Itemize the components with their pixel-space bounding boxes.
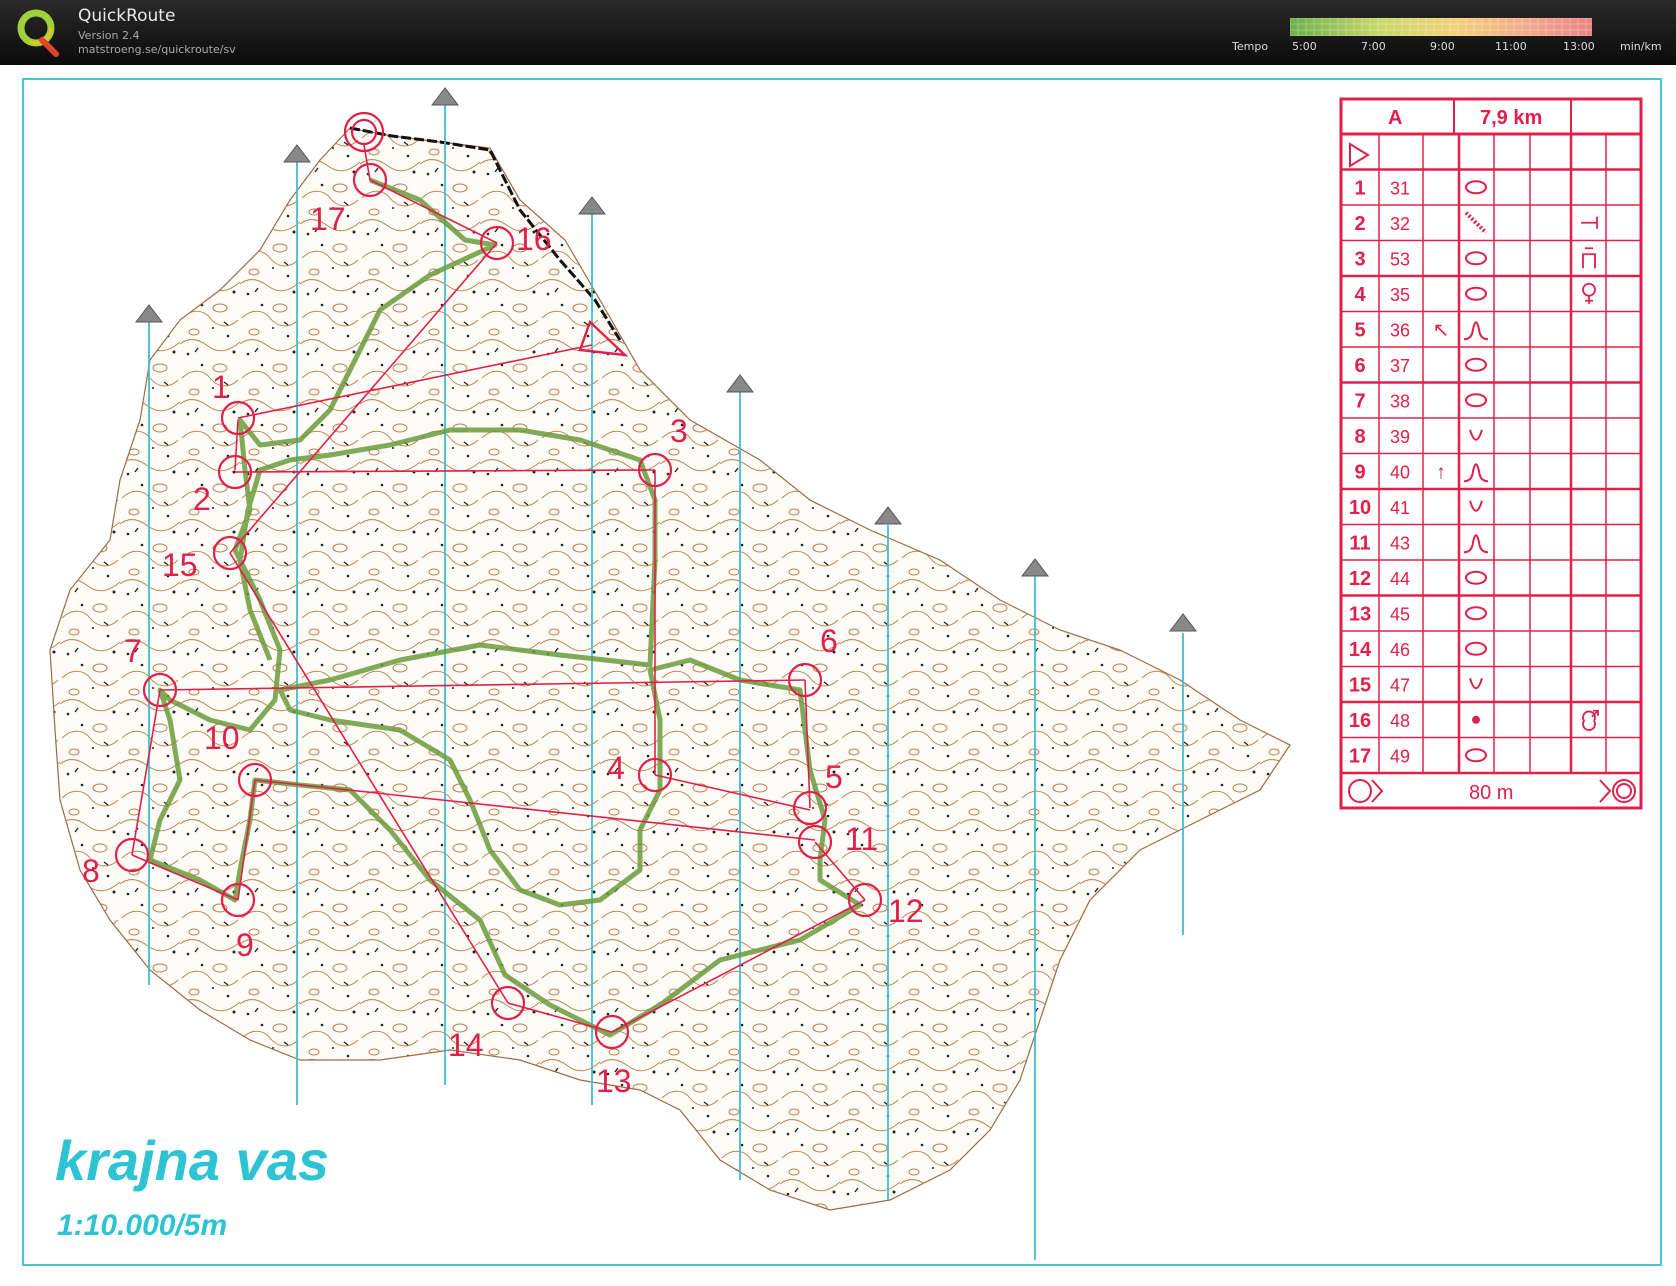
control-description-sheet: A 7,9 km 1 312 323 534 355 36 ↖6 377 388 399 40 ↑10… bbox=[1339, 97, 1643, 810]
sheet-row-number: 16 bbox=[1349, 710, 1371, 732]
tempo-tick-5: 13:00 bbox=[1563, 40, 1595, 53]
tempo-color-scale bbox=[1290, 18, 1592, 36]
map-scale: 1:10.000/5m bbox=[57, 1209, 227, 1242]
control-label-10: 10 bbox=[204, 720, 240, 756]
control-label-4: 4 bbox=[607, 750, 625, 786]
tempo-tick-1: 5:00 bbox=[1292, 40, 1317, 53]
control-label-1: 1 bbox=[212, 369, 230, 405]
control-label-2: 2 bbox=[193, 481, 211, 517]
app-header: QuickRoute Version 2.4 matstroeng.se/qui… bbox=[0, 0, 1676, 65]
control-label-17: 17 bbox=[310, 201, 346, 237]
control-label-11: 11 bbox=[845, 821, 878, 857]
sheet-row-code: 40 bbox=[1390, 462, 1410, 482]
app-version: Version 2.4 bbox=[78, 29, 140, 42]
control-label-16: 16 bbox=[516, 221, 552, 257]
tempo-tick-2: 7:00 bbox=[1361, 40, 1386, 53]
control-label-5: 5 bbox=[825, 759, 843, 795]
map-name: krajna vas bbox=[55, 1129, 329, 1192]
control-label-15: 15 bbox=[162, 547, 198, 583]
sheet-row-number: 3 bbox=[1354, 248, 1365, 270]
sheet-row-code: 39 bbox=[1390, 427, 1410, 447]
sheet-row-direction: ↑ bbox=[1436, 461, 1446, 483]
control-label-3: 3 bbox=[670, 413, 688, 449]
sheet-row-number: 17 bbox=[1349, 745, 1371, 767]
sheet-class: A bbox=[1388, 107, 1402, 129]
sheet-row-number: 1 bbox=[1354, 177, 1365, 199]
sheet-row-code: 37 bbox=[1390, 356, 1410, 376]
tempo-unit: min/km bbox=[1620, 40, 1662, 53]
sheet-length: 7,9 km bbox=[1480, 107, 1542, 129]
sheet-row-direction: ↖ bbox=[1433, 319, 1450, 341]
control-label-14: 14 bbox=[448, 1027, 484, 1063]
sheet-row-code: 31 bbox=[1390, 178, 1410, 198]
sheet-row-number: 13 bbox=[1349, 603, 1371, 625]
sheet-row-number: 11 bbox=[1349, 532, 1370, 554]
sheet-row-number: 7 bbox=[1354, 390, 1365, 412]
control-label-6: 6 bbox=[820, 623, 838, 659]
sheet-row-code: 35 bbox=[1390, 285, 1410, 305]
sheet-row-number: 15 bbox=[1349, 674, 1371, 696]
sheet-row-code: 38 bbox=[1390, 391, 1410, 411]
quickroute-logo-icon bbox=[17, 9, 59, 57]
control-label-8: 8 bbox=[82, 853, 100, 889]
control-label-12: 12 bbox=[888, 893, 924, 929]
sheet-row-number: 5 bbox=[1354, 319, 1365, 341]
app-title: QuickRoute bbox=[78, 6, 176, 26]
sheet-row-number: 4 bbox=[1354, 284, 1366, 306]
sheet-row-code: 45 bbox=[1390, 604, 1410, 624]
sheet-row-code: 41 bbox=[1390, 498, 1410, 518]
sheet-row-number: 2 bbox=[1354, 213, 1365, 235]
sheet-row-code: 43 bbox=[1390, 533, 1410, 553]
sheet-row-number: 8 bbox=[1354, 426, 1365, 448]
sheet-row-number: 6 bbox=[1354, 355, 1365, 377]
sheet-row-code: 49 bbox=[1390, 746, 1410, 766]
sheet-row-number: 14 bbox=[1349, 639, 1372, 661]
control-label-9: 9 bbox=[236, 927, 254, 963]
sheet-symbol-dot-icon bbox=[1472, 715, 1480, 724]
sheet-row-code: 46 bbox=[1390, 640, 1410, 660]
tempo-tick-3: 9:00 bbox=[1430, 40, 1455, 53]
control-label-13: 13 bbox=[596, 1063, 632, 1099]
map-terrain-area bbox=[49, 127, 1291, 1211]
sheet-row-code: 47 bbox=[1390, 675, 1410, 695]
sheet-row-code: 53 bbox=[1390, 249, 1410, 269]
map-view[interactable]: 1 2 3 4 5 6 7 8 9 10 11 12 13 14 15 16 1… bbox=[0, 65, 1676, 1286]
sheet-row-code: 48 bbox=[1390, 711, 1410, 731]
tempo-tick-4: 11:00 bbox=[1495, 40, 1527, 53]
app-url: matstroeng.se/quickroute/sv bbox=[78, 43, 236, 56]
sheet-row-number: 12 bbox=[1349, 568, 1371, 590]
sheet-row-code: 36 bbox=[1390, 320, 1410, 340]
sheet-row-code: 32 bbox=[1390, 214, 1410, 234]
sheet-row-number: 9 bbox=[1354, 461, 1365, 483]
tempo-label: Tempo bbox=[1232, 40, 1269, 53]
sheet-finish-distance: 80 m bbox=[1469, 782, 1513, 804]
sheet-row-code: 44 bbox=[1390, 569, 1410, 589]
sheet-row-number: 10 bbox=[1349, 497, 1371, 519]
control-label-7: 7 bbox=[124, 633, 142, 669]
